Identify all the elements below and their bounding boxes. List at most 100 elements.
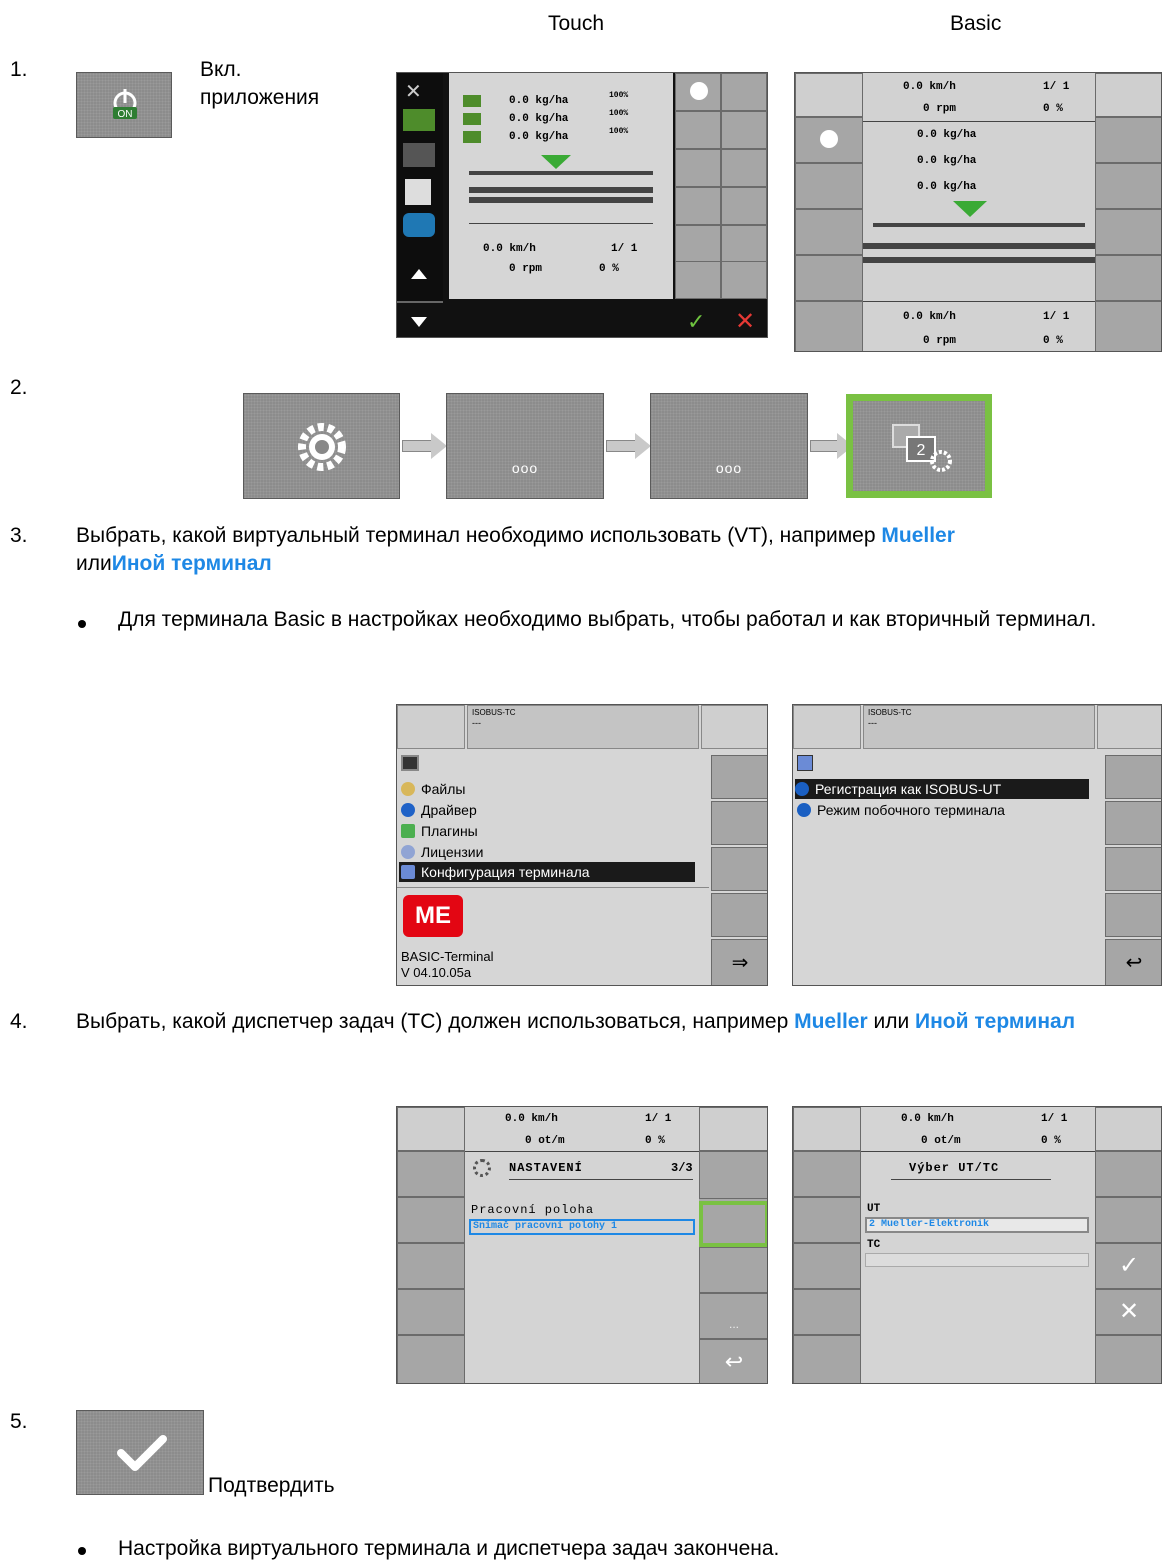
basic-screen: 0.0 km/h 1/ 1 0 rpm 0 % 0.0 kg/ha 0.0 kg… bbox=[794, 72, 1162, 352]
basic-weight-button[interactable] bbox=[1095, 163, 1161, 209]
more-button-1[interactable]: ooo bbox=[446, 393, 604, 499]
close-icon[interactable]: ✕ bbox=[735, 307, 755, 336]
calibrate-button[interactable] bbox=[721, 187, 767, 225]
rpm-readout: 0 rpm bbox=[509, 263, 543, 275]
secondary-terminal-mode[interactable]: Режим побочного терминала bbox=[797, 800, 1005, 820]
confirm-button[interactable] bbox=[76, 1410, 204, 1495]
nast-left-2[interactable] bbox=[397, 1197, 465, 1243]
touch-softkeys bbox=[675, 73, 767, 299]
uttc-cancel-button[interactable]: ✕ bbox=[1095, 1289, 1161, 1335]
nast-left-3[interactable] bbox=[397, 1243, 465, 1289]
seeder-icon[interactable] bbox=[403, 143, 435, 167]
basic-empty-1[interactable] bbox=[795, 209, 863, 255]
ut-select[interactable]: 2 Mueller-Elektronik bbox=[865, 1217, 1089, 1233]
reg-empty-3[interactable] bbox=[1105, 847, 1161, 891]
nast-gear-icon bbox=[473, 1159, 491, 1177]
arrow-3 bbox=[810, 433, 853, 459]
nast-screen-icon bbox=[699, 1107, 767, 1151]
step-4-text: Выбрать, какой диспетчер задач (TC) долж… bbox=[76, 1010, 1076, 1033]
uttc-left-2[interactable] bbox=[793, 1197, 861, 1243]
menu-item-files[interactable]: Файлы bbox=[401, 779, 465, 799]
nast-title: NASTAVENÍ bbox=[509, 1161, 583, 1175]
tools-icon[interactable]: ✕ bbox=[405, 79, 433, 103]
nast-more-button[interactable]: ... bbox=[699, 1293, 767, 1339]
uttc-left-1[interactable] bbox=[793, 1151, 861, 1197]
percent-readout: 0 % bbox=[599, 263, 619, 275]
link-other-terminal-vt[interactable]: Иной терминал bbox=[112, 552, 272, 575]
basic-column-header: Basic bbox=[950, 12, 1002, 35]
uttc-left-3[interactable] bbox=[793, 1243, 861, 1289]
gps-button[interactable] bbox=[711, 801, 767, 845]
basic-power-off-button[interactable] bbox=[1095, 117, 1161, 163]
nast-right-1[interactable] bbox=[699, 1151, 767, 1199]
reg-empty-2[interactable] bbox=[1105, 801, 1161, 845]
step-3-bullet: Для терминала Basic в настройках необход… bbox=[118, 608, 1097, 631]
weight-button[interactable] bbox=[721, 149, 767, 187]
nast-brightness-button[interactable] bbox=[699, 1247, 767, 1293]
basic-rotate-button[interactable] bbox=[795, 301, 863, 351]
link-mueller-vt[interactable]: Mueller bbox=[881, 524, 955, 547]
basic-info-button[interactable] bbox=[795, 117, 863, 163]
link-other-terminal-tc[interactable]: Иной терминал bbox=[915, 1010, 1075, 1033]
nast-field-value[interactable]: Snímač pracovní polohy 1 bbox=[469, 1219, 695, 1235]
back-button[interactable]: ↩ bbox=[1105, 939, 1161, 985]
tractor-icon[interactable] bbox=[403, 213, 435, 237]
menu-item-terminal-config[interactable]: Конфигурация терминала bbox=[399, 862, 695, 882]
register-as-isobus-ut[interactable]: Регистрация как ISOBUS-UT bbox=[795, 779, 1089, 799]
settings-gear-button[interactable] bbox=[721, 261, 767, 299]
notes-icon[interactable] bbox=[405, 179, 431, 205]
uttc-left-4[interactable] bbox=[793, 1289, 861, 1335]
menu-item-licenses[interactable]: Лицензии bbox=[401, 842, 483, 862]
basic-calibrate-button[interactable] bbox=[1095, 209, 1161, 255]
reg-empty-1[interactable] bbox=[1105, 755, 1161, 799]
tc-select[interactable] bbox=[865, 1253, 1089, 1267]
uttc-right-1[interactable] bbox=[1095, 1151, 1161, 1197]
menu-empty-2[interactable] bbox=[711, 893, 767, 937]
link-mueller-tc[interactable]: Mueller bbox=[794, 1010, 868, 1033]
rotate-button[interactable] bbox=[675, 261, 721, 299]
basic-empty-2[interactable] bbox=[795, 255, 863, 301]
empty-key-3[interactable] bbox=[675, 187, 721, 225]
machine-icon[interactable] bbox=[403, 109, 435, 131]
settings-button[interactable] bbox=[243, 393, 400, 499]
pct-1: 100% bbox=[609, 91, 629, 100]
nast-left-5[interactable] bbox=[397, 1335, 465, 1383]
brightness-button[interactable] bbox=[711, 755, 767, 799]
uttc-confirm-button[interactable]: ✓ bbox=[1095, 1243, 1161, 1289]
empty-key-1[interactable] bbox=[721, 73, 767, 111]
menu-empty-1[interactable] bbox=[711, 847, 767, 891]
nast-left-1[interactable] bbox=[397, 1151, 465, 1197]
down-arrow-icon[interactable] bbox=[411, 317, 427, 327]
empty-key-5[interactable] bbox=[721, 225, 767, 263]
tramline-button[interactable] bbox=[675, 149, 721, 187]
nast-left-4[interactable] bbox=[397, 1289, 465, 1335]
more-button-2[interactable]: ooo bbox=[650, 393, 808, 499]
info-button[interactable] bbox=[675, 73, 721, 111]
ut-label: UT bbox=[867, 1203, 881, 1215]
uttc-right-2[interactable] bbox=[1095, 1197, 1161, 1243]
uttc-left-5[interactable] bbox=[793, 1335, 861, 1383]
nastaveni-screen: 0.0 km/h 1/ 1 0 ot/m 0 % NASTAVENÍ 3/3 P… bbox=[396, 1106, 768, 1384]
menu-item-plugins[interactable]: Плагины bbox=[401, 821, 478, 841]
empty-key-2[interactable] bbox=[675, 111, 721, 149]
product-version: V 04.10.05a bbox=[401, 965, 472, 980]
basic-tramline-button[interactable] bbox=[795, 163, 863, 209]
vt-tc-selection-button[interactable]: 2 bbox=[846, 394, 992, 498]
reg-empty-4[interactable] bbox=[1105, 893, 1161, 937]
app-on-button[interactable]: ON bbox=[76, 72, 172, 138]
empty-key-4[interactable] bbox=[675, 225, 721, 263]
uttc-rpm: 0 ot/m bbox=[921, 1135, 961, 1147]
menu-item-driver[interactable]: Драйвер bbox=[401, 800, 477, 820]
dots-icon-2: ooo bbox=[715, 460, 743, 476]
basic-empty-3[interactable] bbox=[1095, 301, 1161, 351]
basic-speed-2: 0.0 km/h bbox=[903, 311, 956, 323]
nast-vt-tc-button[interactable] bbox=[699, 1201, 767, 1247]
basic-settings-button[interactable] bbox=[1095, 255, 1161, 301]
uttc-right-5[interactable] bbox=[1095, 1335, 1161, 1383]
product-name: BASIC-Terminal bbox=[401, 949, 494, 964]
next-arrow-button[interactable]: ⇒ bbox=[711, 939, 767, 985]
nast-back-button[interactable]: ↩ bbox=[699, 1339, 767, 1383]
up-arrow-icon[interactable] bbox=[411, 269, 427, 279]
check-icon[interactable]: ✓ bbox=[687, 309, 705, 335]
power-off-button[interactable] bbox=[721, 111, 767, 149]
